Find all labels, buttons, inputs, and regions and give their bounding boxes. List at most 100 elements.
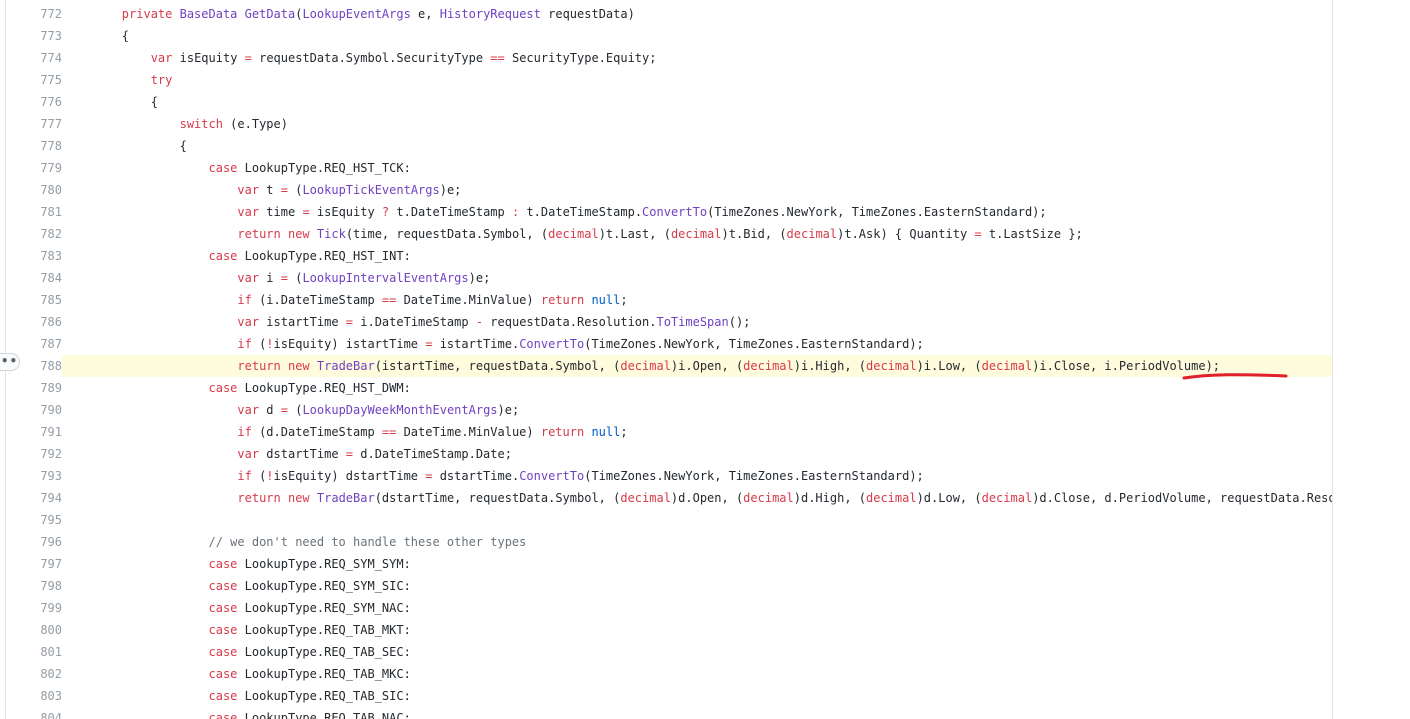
code-token: isEquity) istartTime (273, 337, 426, 351)
code-text: case LookupType.REQ_TAB_NAC: (62, 707, 1332, 719)
code-line: 785 if (i.DateTimeStamp == DateTime.MinV… (6, 289, 1332, 311)
code-token: LookupIntervalEventArgs (302, 271, 469, 285)
code-token: new (287, 359, 310, 373)
line-number[interactable]: 779 (6, 157, 62, 179)
code-token: i.DateTimeStamp (353, 315, 476, 329)
code-token: = (280, 271, 288, 285)
line-number[interactable]: 774 (6, 47, 62, 69)
code-token: )e; (497, 403, 520, 417)
code-line: 780 var t = (LookupTickEventArgs)e; (6, 179, 1332, 201)
line-number[interactable]: 786 (6, 311, 62, 333)
line-number[interactable]: 796 (6, 531, 62, 553)
code-text: var istartTime = i.DateTimeStamp - reque… (62, 311, 1332, 333)
code-token: decimal (670, 227, 722, 241)
code-line: 779 case LookupType.REQ_HST_TCK: (6, 157, 1332, 179)
code-token: var (237, 403, 260, 417)
code-token: ; (620, 293, 628, 307)
code-token: { (64, 29, 130, 43)
line-number[interactable]: 798 (6, 575, 62, 597)
code-token: ( (251, 469, 267, 483)
line-number[interactable]: 776 (6, 91, 62, 113)
code-token: switch (179, 117, 223, 131)
line-number[interactable]: 792 (6, 443, 62, 465)
code-token: LookupTickEventArgs (302, 183, 440, 197)
line-number[interactable]: 800 (6, 619, 62, 641)
code-line: 793 if (!isEquity) dstartTime = dstartTi… (6, 465, 1332, 487)
code-line: 799 case LookupType.REQ_SYM_NAC: (6, 597, 1332, 619)
code-text: if (d.DateTimeStamp == DateTime.MinValue… (62, 421, 1332, 443)
code-token: decimal (981, 359, 1033, 373)
line-options-button[interactable]: •• (0, 353, 20, 371)
code-token: )d.Close, d.PeriodVolume, requestData.Re… (1032, 491, 1333, 505)
line-number[interactable]: 803 (6, 685, 62, 707)
line-number[interactable]: 790 (6, 399, 62, 421)
code-token: SecurityType.Equity; (504, 51, 657, 65)
code-token: (e.Type) (222, 117, 288, 131)
code-token: == (381, 293, 397, 307)
code-token: if (237, 337, 252, 351)
line-number[interactable]: 791 (6, 421, 62, 443)
code-token: t.DateTimeStamp. (519, 205, 643, 219)
line-number[interactable]: 777 (6, 113, 62, 135)
line-number[interactable]: 782 (6, 223, 62, 245)
line-number[interactable]: 783 (6, 245, 62, 267)
line-number[interactable]: 780 (6, 179, 62, 201)
code-token: )e; (468, 271, 491, 285)
code-token: ( (288, 271, 303, 285)
code-line: 776 { (6, 91, 1332, 113)
line-number[interactable]: 802 (6, 663, 62, 685)
line-number[interactable]: 778 (6, 135, 62, 157)
code-token: LookupType.REQ_TAB_SEC: (237, 645, 411, 659)
line-number[interactable]: 793 (6, 465, 62, 487)
code-token: decimal (866, 491, 917, 505)
line-number[interactable]: 801 (6, 641, 62, 663)
code-line: 772 private BaseData GetData(LookupEvent… (6, 3, 1332, 25)
code-token: ( (288, 403, 303, 417)
line-number[interactable]: 799 (6, 597, 62, 619)
code-token: if (237, 293, 252, 307)
code-text: return new TradeBar(dstartTime, requestD… (62, 487, 1333, 509)
line-number[interactable]: 787 (6, 333, 62, 355)
code-text: if (!isEquity) istartTime = istartTime.C… (62, 333, 1332, 355)
code-token: istartTime (259, 315, 346, 329)
code-token: if (237, 425, 252, 439)
code-line: 801 case LookupType.REQ_TAB_SEC: (6, 641, 1332, 663)
code-line: 804 case LookupType.REQ_TAB_NAC: (6, 707, 1332, 719)
code-token: (dstartTime, requestData.Symbol, ( (374, 491, 621, 505)
code-token: ConvertTo (642, 205, 708, 219)
line-number[interactable]: 773 (6, 25, 62, 47)
code-text: return new TradeBar(istartTime, requestD… (62, 355, 1332, 377)
code-line: 775 try (6, 69, 1332, 91)
code-token: = (345, 315, 354, 329)
line-number[interactable]: 775 (6, 69, 62, 91)
code-text: var time = isEquity ? t.DateTimeStamp : … (62, 201, 1332, 223)
code-token: GetData (244, 7, 296, 21)
code-token: ConvertTo (519, 469, 585, 483)
code-token: (TimeZones.NewYork, TimeZones.EasternSta… (584, 337, 924, 351)
line-number[interactable]: 797 (6, 553, 62, 575)
code-token: ; (620, 425, 628, 439)
line-number[interactable]: 795 (6, 509, 62, 531)
code-token: = (280, 403, 288, 417)
code-line: 792 var dstartTime = d.DateTimeStamp.Dat… (6, 443, 1332, 465)
line-number[interactable]: 785 (6, 289, 62, 311)
code-token: )d.Low, ( (916, 491, 982, 505)
code-token: = (244, 51, 252, 65)
line-number[interactable]: 804 (6, 707, 62, 719)
line-number[interactable]: 772 (6, 3, 62, 25)
line-number[interactable]: 784 (6, 267, 62, 289)
code-token: case (208, 601, 238, 615)
code-token: LookupType.REQ_TAB_NAC: (237, 711, 411, 719)
code-token: - (475, 315, 484, 329)
line-number[interactable]: 789 (6, 377, 62, 399)
line-number[interactable]: 781 (6, 201, 62, 223)
code-token: (TimeZones.NewYork, TimeZones.EasternSta… (584, 469, 924, 483)
line-number[interactable]: 794 (6, 487, 62, 509)
code-token: LookupEventArgs (302, 7, 411, 21)
